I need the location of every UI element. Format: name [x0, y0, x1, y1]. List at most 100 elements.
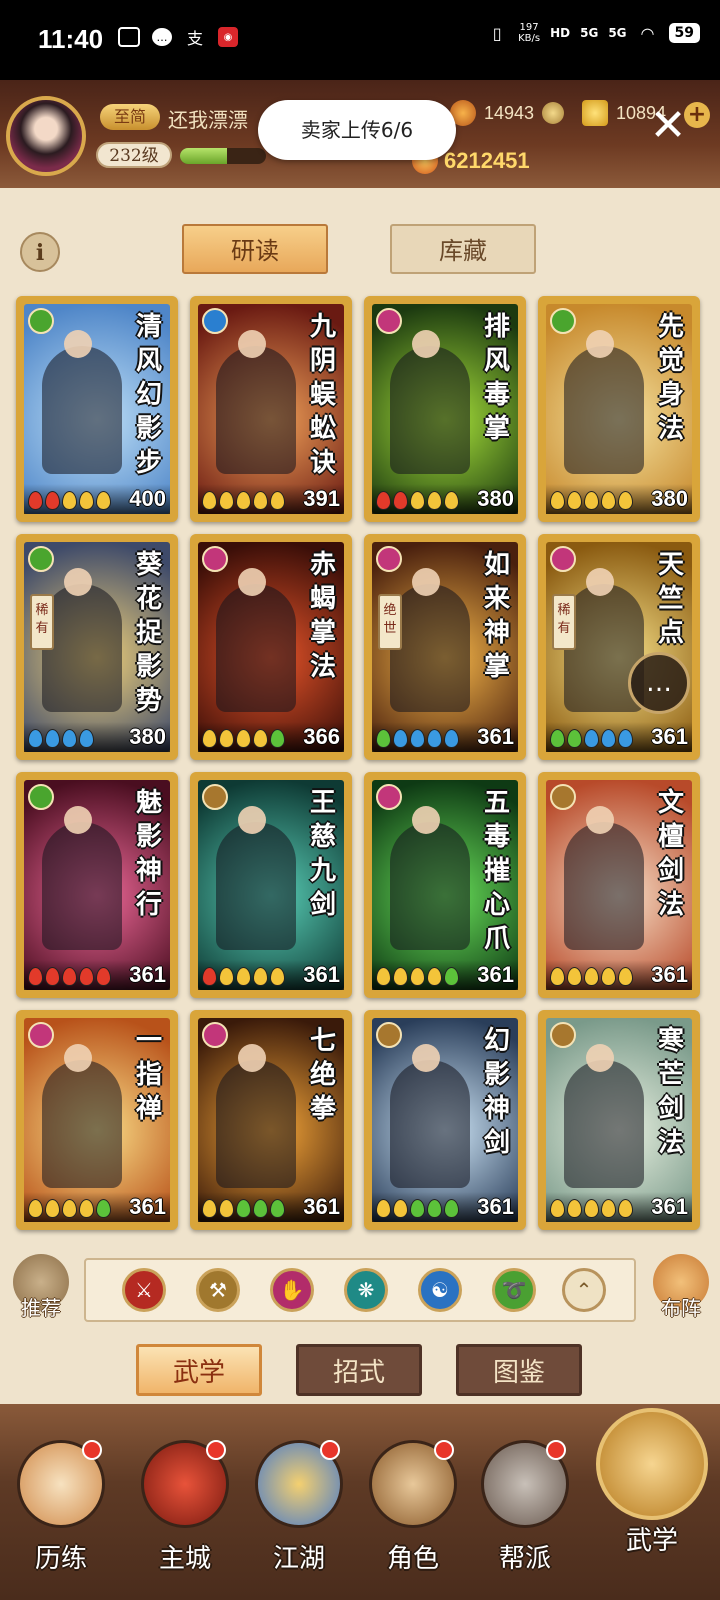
attribute-pip [96, 491, 111, 510]
upload-toast: 卖家上传6/6 [258, 100, 456, 160]
nav-jianghu[interactable]: 江湖 [244, 1440, 354, 1590]
attribute-pip [236, 729, 251, 748]
skill-card[interactable]: 葵花捉影势 稀有 380 [16, 534, 178, 760]
coin-stack-icon [542, 102, 565, 124]
attribute-pip [601, 967, 616, 986]
attribute-pip [219, 729, 234, 748]
attribute-pip [45, 729, 60, 748]
fighter-figure [42, 584, 122, 712]
skill-card[interactable]: 先觉身法 380 [538, 296, 700, 522]
fighter-head [64, 568, 92, 596]
nav-training[interactable]: 历练 [6, 1440, 116, 1590]
attribute-pip [376, 1199, 391, 1218]
yin-yang-blue-filter-icon[interactable]: ☯ [418, 1268, 462, 1312]
rarity-tag: 稀有 [30, 594, 54, 650]
fighter-head [586, 330, 614, 358]
skill-category-icon [550, 546, 576, 572]
skill-category-icon [202, 546, 228, 572]
alipay-notification-icon: 支 [186, 29, 203, 48]
skill-card[interactable]: 文檀剑法 361 [538, 772, 700, 998]
attribute-pip [376, 491, 391, 510]
attribute-pip [444, 491, 459, 510]
signal-2-icon: 5G [608, 26, 627, 40]
fighter-figure [390, 1060, 470, 1188]
skill-card[interactable]: 寒芒剑法 361 [538, 1010, 700, 1230]
attribute-pip [444, 1199, 459, 1218]
skill-power: 361 [303, 1194, 340, 1219]
attribute-pip [96, 1199, 111, 1218]
palm-pink-filter-icon[interactable]: ✋ [270, 1268, 314, 1312]
info-button[interactable]: i [20, 232, 60, 272]
attribute-pip [376, 967, 391, 986]
skill-name: 魅影神行 [135, 788, 162, 920]
up-arrow-filter-icon[interactable]: ⌃ [562, 1268, 606, 1312]
attribute-pips [202, 491, 285, 510]
skill-card[interactable]: 赤蝎掌法 366 [190, 534, 352, 760]
skill-power: 366 [303, 724, 340, 749]
skill-card[interactable]: 魅影神行 361 [16, 772, 178, 998]
player-avatar[interactable] [6, 96, 86, 176]
formation-button[interactable]: 布阵 [648, 1254, 714, 1330]
main-city-alert-dot [206, 1440, 226, 1460]
fan-teal-filter-icon[interactable]: ❋ [344, 1268, 388, 1312]
movement-green-filter-icon[interactable]: ➰ [492, 1268, 536, 1312]
attribute-pip [618, 729, 633, 748]
attribute-pip [618, 967, 633, 986]
attribute-pip [567, 1199, 582, 1218]
attribute-pips [376, 967, 459, 986]
fighter-head [586, 568, 614, 596]
skill-category-icon [202, 1022, 228, 1048]
skill-category-icon [550, 784, 576, 810]
tab-study[interactable]: 研读 [182, 224, 328, 274]
notification-icons: … 支 ◉ [118, 26, 238, 48]
status-bar: 11:40 … 支 ◉ ▯ 197 KB/s HD 5G 5G ◠ 59 [0, 0, 720, 80]
skill-card[interactable]: 九阴蜈蚣诀 391 [190, 296, 352, 522]
skill-card[interactable]: 一指禅 361 [16, 1010, 178, 1230]
skill-power: 361 [651, 724, 688, 749]
skill-card[interactable]: 清风幻影步 400 [16, 296, 178, 522]
nav-main-city[interactable]: 主城 [130, 1440, 240, 1590]
skill-power: 400 [129, 486, 166, 511]
skill-card[interactable]: 天竺点 稀有 361 [538, 534, 700, 760]
attribute-pip [427, 967, 442, 986]
attribute-pip [202, 491, 217, 510]
nav-martial-arts[interactable]: 武学 [592, 1408, 712, 1558]
skill-card[interactable]: 七绝拳 361 [190, 1010, 352, 1230]
skill-card[interactable]: 五毒摧心爪 361 [364, 772, 526, 998]
attribute-pip [618, 491, 633, 510]
vip-badge: 至简 [100, 104, 160, 130]
attribute-pip [79, 491, 94, 510]
skill-card[interactable]: 如来神掌 绝世 361 [364, 534, 526, 760]
close-icon[interactable]: ✕ [648, 104, 688, 148]
attribute-pip [550, 491, 565, 510]
attribute-pip [584, 967, 599, 986]
character-alert-dot [434, 1440, 454, 1460]
tab-storage[interactable]: 库藏 [390, 224, 536, 274]
nav-character[interactable]: 角色 [358, 1440, 468, 1590]
attribute-pip [550, 1199, 565, 1218]
skill-card[interactable]: 王慈九剑 361 [190, 772, 352, 998]
fighter-figure [216, 584, 296, 712]
attribute-pip [62, 729, 77, 748]
blade-bronze-filter-icon[interactable]: ⚒ [196, 1268, 240, 1312]
chat-bubble-icon[interactable]: … [628, 652, 690, 714]
attribute-pip [444, 729, 459, 748]
nav-guild-label: 帮派 [498, 1544, 551, 1574]
attribute-pip [393, 967, 408, 986]
skill-card[interactable]: 排风毒掌 380 [364, 296, 526, 522]
tab-codex[interactable]: 图鉴 [456, 1344, 582, 1396]
tab-moves[interactable]: 招式 [296, 1344, 422, 1396]
skill-name: 王慈九剑 [309, 788, 336, 920]
rarity-tag: 绝世 [378, 594, 402, 650]
fighter-head [64, 806, 92, 834]
attribute-pip [376, 729, 391, 748]
sword-red-filter-icon[interactable]: ⚔ [122, 1268, 166, 1312]
attribute-pip [393, 1199, 408, 1218]
skill-card[interactable]: 幻影神剑 361 [364, 1010, 526, 1230]
nav-guild[interactable]: 帮派 [470, 1440, 580, 1590]
tab-martial-arts[interactable]: 武学 [136, 1344, 262, 1396]
attribute-pips [28, 729, 94, 748]
training-alert-dot [82, 1440, 102, 1460]
attribute-pips [28, 491, 111, 510]
recommend-button[interactable]: 推荐 [10, 1254, 72, 1330]
